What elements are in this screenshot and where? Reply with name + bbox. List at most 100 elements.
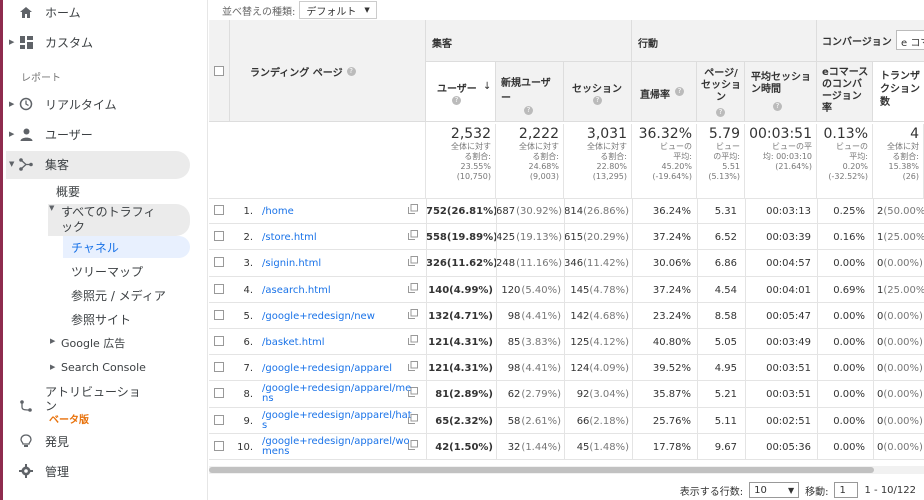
landing-page-link[interactable]: /signin.html [262, 258, 412, 269]
users-percent: (11.62%) [446, 258, 498, 270]
new-users-percent: (4.41%) [521, 310, 561, 322]
nav-custom[interactable]: ▶ カスタム [3, 33, 203, 51]
row-checkbox[interactable] [214, 362, 224, 373]
landing-page-link[interactable]: /google+redesign/new [262, 311, 412, 322]
table-row[interactable]: 10. /google+redesign/apparel/womens 42(1.5… [209, 433, 924, 460]
row-checkbox[interactable] [214, 388, 224, 399]
nav-home[interactable]: ホーム [3, 3, 203, 21]
landing-page-link[interactable]: /google+redesign/apparel [262, 363, 412, 374]
row-number: 3. [243, 258, 253, 270]
row-checkbox[interactable] [214, 283, 224, 294]
users-value: 81 [435, 389, 450, 401]
open-link-icon[interactable] [408, 387, 418, 400]
goto-page-input[interactable]: 1 [834, 482, 859, 498]
column-divider [426, 224, 427, 251]
nav-treemap[interactable]: ツリーマップ [71, 263, 143, 280]
rows-per-page-select[interactable]: 10 ▼ [749, 482, 800, 498]
pages-per-session-cell: 5.11 [714, 415, 737, 427]
landing-page-header[interactable]: ランディング ページ ? [230, 20, 426, 122]
scrollbar-thumb[interactable] [209, 467, 874, 473]
nav-user[interactable]: ▶ ユーザー [3, 125, 203, 143]
nav-all-traffic[interactable]: すべてのトラフィック [61, 205, 161, 235]
table-row[interactable]: 3./signin.html 326(11.62%) 248(11.16%) 346(… [209, 250, 924, 277]
row-checkbox[interactable] [214, 309, 224, 320]
total-detail: (-32.52%) [828, 172, 868, 181]
nav-discover-label: 発見 [45, 434, 70, 449]
total-value: 36.32% [638, 126, 692, 142]
landing-page-link[interactable]: /google+redesign/apparel/hats [262, 410, 412, 431]
table-row[interactable]: 7./google+redesign/apparel 121(4.31%) 98(4… [209, 355, 924, 382]
ecommerce-conversion-rate-header[interactable]: eコマースのコンバージョン率 [817, 62, 873, 122]
landing-page-link[interactable]: /google+redesign/apparel/mens [262, 384, 412, 404]
column-divider [496, 381, 497, 408]
nav-acquisition[interactable]: ▼ 集客 [3, 155, 203, 173]
column-divider [817, 407, 818, 434]
nav-google-ads[interactable]: Google 広告 [61, 335, 125, 351]
avg-session-duration-header[interactable]: 平均セッション時間 ? [745, 62, 817, 122]
nav-overview[interactable]: 概要 [56, 183, 80, 200]
nav-discover[interactable]: 発見 [3, 432, 203, 450]
select-all-checkbox[interactable] [214, 66, 224, 76]
total-detail: の平均: [713, 152, 740, 161]
table-row[interactable]: 1. /home 752(26.81%) 687(30.92%) 814(26.86%)… [209, 198, 924, 225]
open-link-icon[interactable] [408, 204, 418, 217]
table-row[interactable]: 4./asearch.html 140(4.99%) 120(5.40%) 145(4… [209, 276, 924, 303]
landing-page-link[interactable]: /basket.html [262, 337, 412, 348]
landing-page-link[interactable]: /home [262, 206, 412, 217]
transactions-header[interactable]: トランザクション数 [873, 62, 924, 122]
nav-attribution[interactable]: アトリビューション [3, 385, 203, 425]
nav-search-console[interactable]: Search Console [61, 361, 146, 374]
open-link-icon[interactable] [408, 230, 418, 243]
row-checkbox[interactable] [214, 336, 224, 346]
new-users-percent: (19.13%) [516, 232, 563, 244]
row-divider [209, 458, 924, 460]
caret-down-icon: ▼ [9, 160, 15, 168]
nav-referrals[interactable]: 参照サイト [71, 311, 131, 328]
total-tx: 4 全体に対 る割合: 15.38% (26) [873, 124, 924, 198]
new-users-header[interactable]: 新規ユーザー ? [496, 62, 564, 122]
new-users-cell: 248(11.16%) [496, 258, 564, 269]
row-checkbox[interactable] [214, 414, 224, 425]
column-divider [426, 407, 427, 434]
landing-page-link[interactable]: /asearch.html [262, 285, 412, 296]
landing-page-link[interactable]: /google+redesign/apparel/womens [262, 436, 412, 457]
row-checkbox[interactable] [214, 231, 224, 242]
bounce-rate-header[interactable]: 直帰率 ? [632, 62, 697, 122]
nav-admin[interactable]: 管理 [3, 462, 203, 480]
table-row[interactable]: 5./google+redesign/new 132(4.71%) 98(4.41%… [209, 302, 924, 329]
open-link-icon[interactable] [408, 413, 418, 427]
row-checkbox[interactable] [214, 257, 224, 268]
sort-type-value: デフォルト [306, 6, 357, 18]
transactions-percent: (0.00%) [883, 441, 923, 453]
group-behavior-label: 行動 [638, 39, 658, 50]
conversion-goal-select[interactable]: e コマ [896, 30, 924, 50]
open-link-icon[interactable] [408, 282, 418, 296]
open-link-icon[interactable] [408, 361, 418, 374]
nav-channel[interactable]: チャネル [71, 239, 119, 256]
table-row[interactable]: 8. /google+redesign/apparel/mens 81(2.89%)… [209, 381, 924, 408]
users-header[interactable]: ユーザー ↓ ? [426, 62, 496, 122]
row-checkbox[interactable] [214, 440, 224, 451]
pages-per-session-header[interactable]: ページ/セッション ? [697, 62, 745, 122]
column-divider [817, 198, 818, 225]
goto-label: 移動: [805, 486, 829, 498]
nav-attribution-label: アトリビューション [45, 385, 141, 413]
sessions-header[interactable]: セッション ? [564, 62, 632, 122]
new-users-percent: (1.44%) [521, 441, 561, 453]
total-detail: る割合: [532, 152, 559, 161]
nav-realtime[interactable]: ▶ リアルタイム [3, 95, 203, 113]
table-row[interactable]: 6./basket.html 121(4.31%) 85(3.83%) 125(4.1… [209, 329, 924, 356]
open-link-icon[interactable] [408, 335, 418, 348]
open-link-icon[interactable] [408, 256, 418, 269]
table-row[interactable]: 2./store.html 558(19.89%) 425(19.13%) 615(2… [209, 224, 924, 251]
table-row[interactable]: 9. /google+redesign/apparel/hats 65(2.32%)… [209, 407, 924, 434]
avg-session-duration-header-label: 平均セッション時間 [751, 72, 811, 95]
open-link-icon[interactable] [408, 308, 418, 322]
row-checkbox[interactable] [214, 205, 224, 215]
open-link-icon[interactable] [408, 439, 418, 453]
landing-page-link[interactable]: /store.html [262, 232, 412, 243]
sort-type-select[interactable]: デフォルト ▼ [299, 1, 377, 19]
nav-source-medium[interactable]: 参照元 / メディア [71, 287, 166, 304]
horizontal-scrollbar[interactable] [209, 466, 924, 474]
new-users-cell: 32(1.44%) [496, 442, 564, 453]
